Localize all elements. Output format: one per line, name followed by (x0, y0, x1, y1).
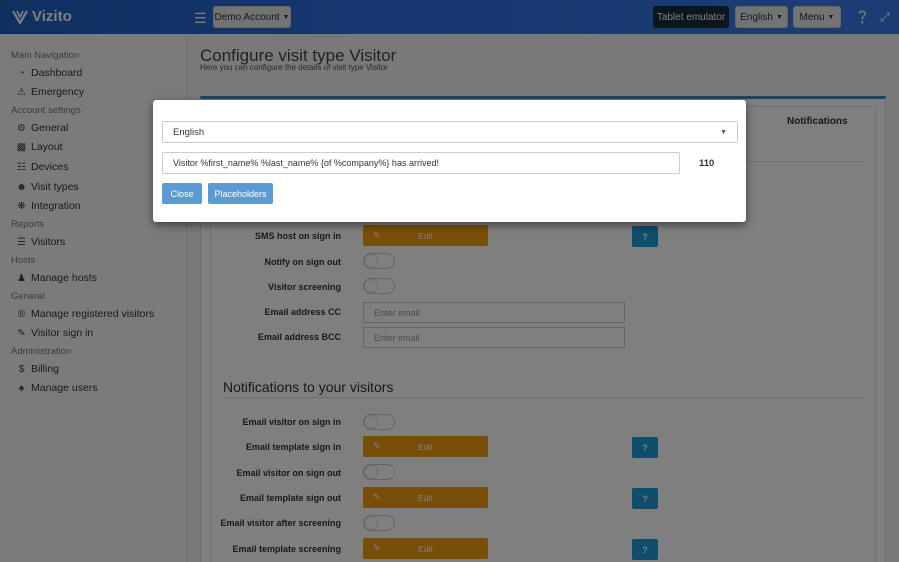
sms-template-modal: English ▼ Visitor %first_name% %last_nam… (153, 100, 746, 222)
language-select[interactable]: English ▼ (162, 121, 738, 143)
dropdown-arrow-icon: ▼ (720, 128, 727, 136)
placeholders-button[interactable]: Placeholders (208, 183, 273, 204)
message-template-input[interactable]: Visitor %first_name% %last_name% {of %co… (162, 152, 680, 174)
character-counter: 110 (699, 158, 715, 169)
close-button[interactable]: Close (162, 183, 202, 204)
modal-backdrop[interactable] (0, 0, 899, 562)
language-select-value: English (173, 126, 205, 138)
